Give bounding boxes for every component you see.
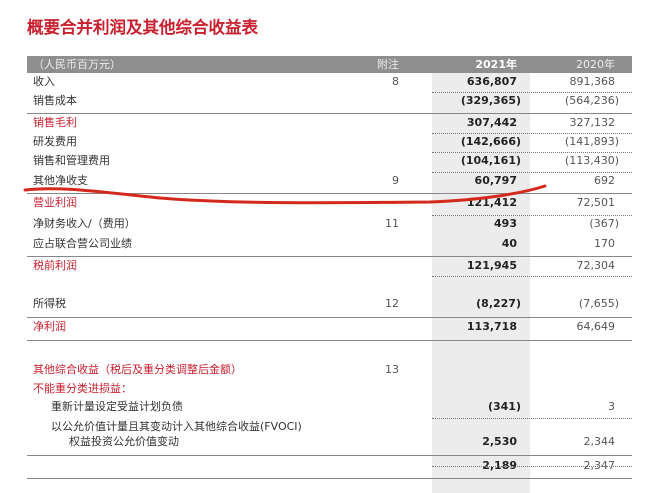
red-annotation-stroke [23, 184, 547, 205]
income-statement-page: 概要合并利润及其他综合收益表 （人民币百万元） 附注 2021年 2020年 收… [0, 0, 660, 493]
